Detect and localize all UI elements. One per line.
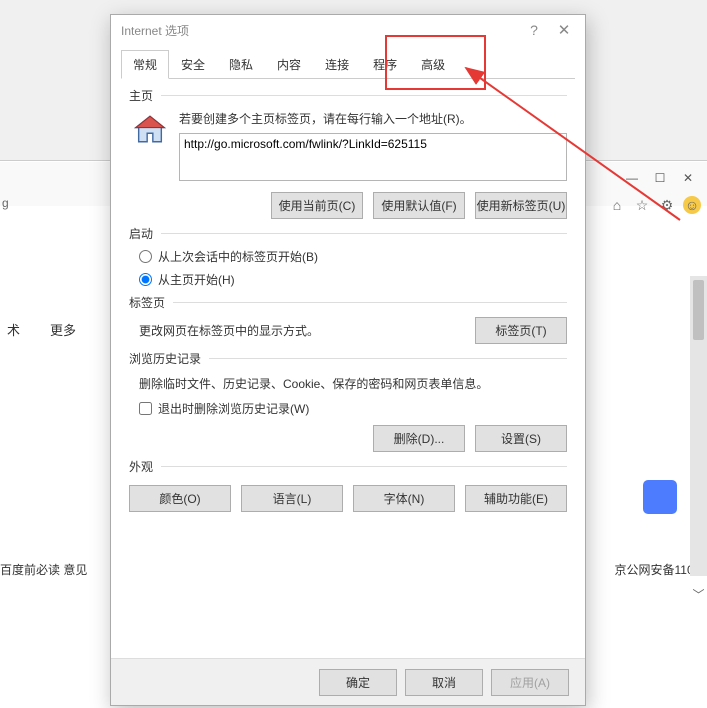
group-history: 浏览历史记录 [129,350,567,367]
group-tabs-label: 标签页 [129,294,171,311]
bg-blue-button[interactable] [643,480,677,514]
use-current-button[interactable]: 使用当前页(C) [271,192,363,219]
tabs-description: 更改网页在标签页中的显示方式。 [139,322,319,339]
checkbox-delete-on-exit[interactable] [139,402,152,415]
delete-button[interactable]: 删除(D)... [373,425,465,452]
group-home: 主页 [129,87,567,104]
delete-on-exit-checkbox[interactable]: 退出时删除浏览历史记录(W) [139,400,567,417]
dialog-content: 主页 若要创建多个主页标签页，请在每行输入一个地址(R)。 使用当前页(C) 使… [111,79,585,522]
bg-window-buttons: — ☐ ✕ [619,168,701,188]
bg-nav-more[interactable]: 更多 [50,320,76,339]
dialog-titlebar: Internet 选项 ? ✕ [111,15,585,45]
tab-security[interactable]: 安全 [169,50,217,79]
font-button[interactable]: 字体(N) [353,485,455,512]
group-startup-label: 启动 [129,225,159,242]
cancel-button[interactable]: 取消 [405,669,483,696]
startup-last-session-radio[interactable]: 从上次会话中的标签页开始(B) [139,248,567,265]
color-button[interactable]: 颜色(O) [129,485,231,512]
language-button[interactable]: 语言(L) [241,485,343,512]
bg-minimize-icon[interactable]: — [619,168,645,188]
bg-toolbar-icons: ⌂ ☆ ⚙ ☺ [608,196,701,214]
group-history-label: 浏览历史记录 [129,350,207,367]
radio-home[interactable] [139,273,152,286]
group-home-label: 主页 [129,87,159,104]
history-description: 删除临时文件、历史记录、Cookie、保存的密码和网页表单信息。 [139,375,567,392]
apply-button[interactable]: 应用(A) [491,669,569,696]
tab-general[interactable]: 常规 [121,50,169,79]
accessibility-button[interactable]: 辅助功能(E) [465,485,567,512]
radio-last-session-label: 从上次会话中的标签页开始(B) [158,248,318,265]
tab-strip: 常规 安全 隐私 内容 连接 程序 高级 [121,49,575,79]
group-appearance: 外观 [129,458,567,475]
dialog-footer: 确定 取消 应用(A) [111,658,585,705]
startup-home-radio[interactable]: 从主页开始(H) [139,271,567,288]
ok-button[interactable]: 确定 [319,669,397,696]
radio-home-label: 从主页开始(H) [158,271,235,288]
group-appearance-label: 外观 [129,458,159,475]
help-icon[interactable]: ? [519,22,549,38]
bg-scroll-down-icon[interactable]: ﹀ [690,586,707,603]
tab-programs[interactable]: 程序 [361,50,409,79]
group-tabs: 标签页 [129,294,567,311]
bg-close-icon[interactable]: ✕ [675,168,701,188]
bg-nav-item[interactable]: 术 [7,320,20,339]
bg-maximize-icon[interactable]: ☐ [647,168,673,188]
star-icon[interactable]: ☆ [633,196,651,214]
settings-button[interactable]: 设置(S) [475,425,567,452]
house-icon [133,112,167,146]
home-icon[interactable]: ⌂ [608,196,626,214]
bg-scrollbar-thumb[interactable] [693,280,704,340]
bg-text: g [2,196,9,210]
radio-last-session[interactable] [139,250,152,263]
close-icon[interactable]: ✕ [549,21,579,39]
checkbox-delete-on-exit-label: 退出时删除浏览历史记录(W) [158,400,309,417]
tab-content[interactable]: 内容 [265,50,313,79]
tab-connection[interactable]: 连接 [313,50,361,79]
group-startup: 启动 [129,225,567,242]
gear-icon[interactable]: ⚙ [658,196,676,214]
home-description: 若要创建多个主页标签页，请在每行输入一个地址(R)。 [179,110,567,127]
internet-options-dialog: Internet 选项 ? ✕ 常规 安全 隐私 内容 连接 程序 高级 主页 [110,14,586,706]
use-newtab-button[interactable]: 使用新标签页(U) [475,192,567,219]
smiley-icon[interactable]: ☺ [683,196,701,214]
tabs-button[interactable]: 标签页(T) [475,317,567,344]
bg-footer-links[interactable]: 百度前必读 意见 [0,561,87,578]
dialog-title: Internet 选项 [121,22,519,39]
use-default-button[interactable]: 使用默认值(F) [373,192,465,219]
tab-privacy[interactable]: 隐私 [217,50,265,79]
home-url-input[interactable] [179,133,567,181]
tab-advanced[interactable]: 高级 [409,50,457,79]
